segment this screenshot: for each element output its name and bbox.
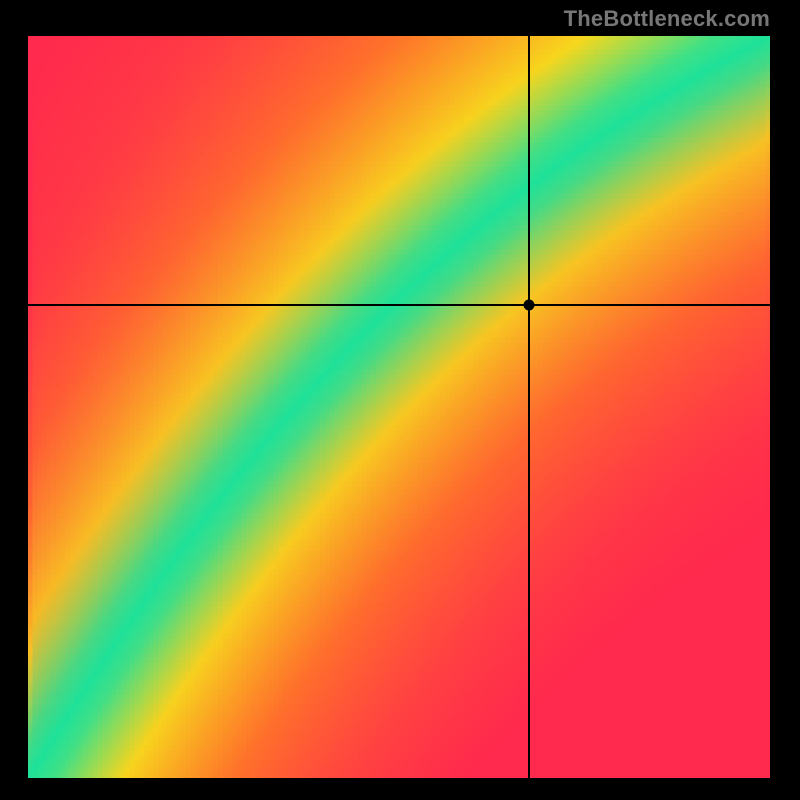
chart-frame: TheBottleneck.com xyxy=(0,0,800,800)
watermark-text: TheBottleneck.com xyxy=(564,6,770,32)
heatmap-canvas xyxy=(28,36,770,778)
plot-area xyxy=(28,36,770,778)
